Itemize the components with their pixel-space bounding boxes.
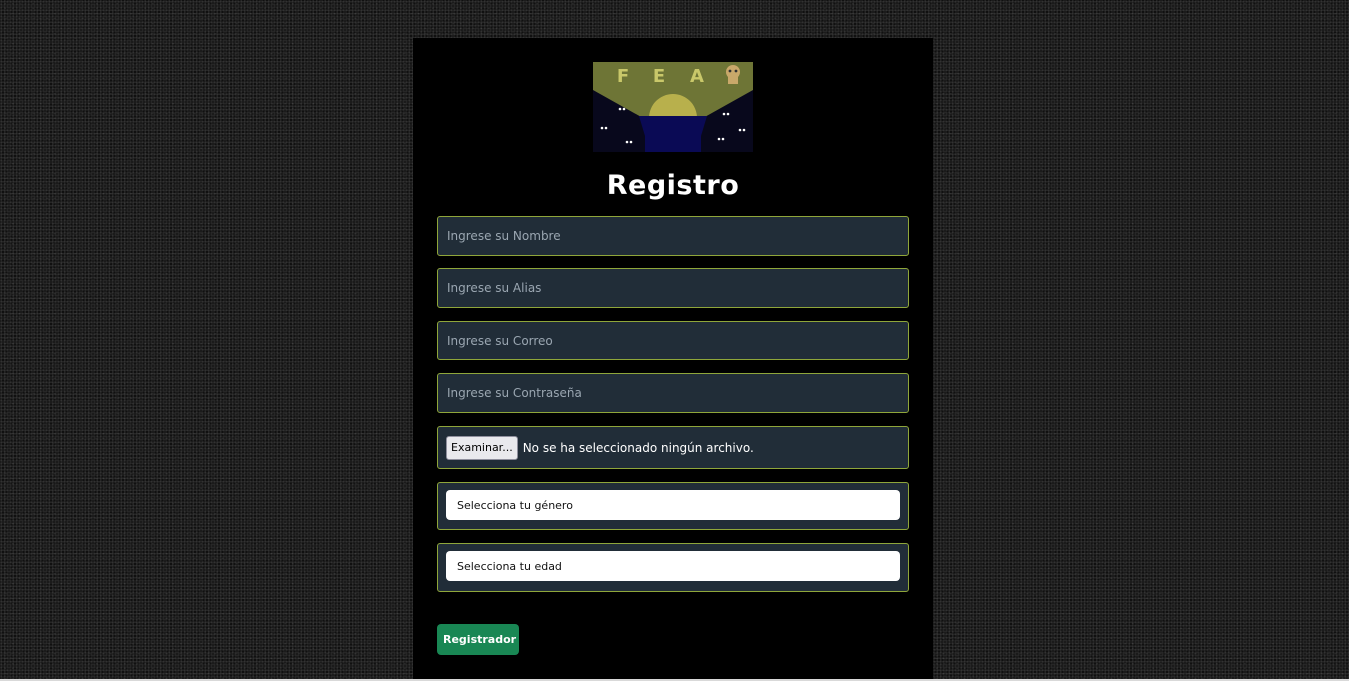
email-input[interactable] <box>438 322 908 359</box>
ghost-creature-icon <box>726 65 740 84</box>
password-input[interactable] <box>438 374 908 412</box>
age-field-wrapper: Selecciona tu edad <box>437 543 909 592</box>
file-upload-field: Examinar... No se ha seleccionado ningún… <box>437 426 909 469</box>
password-field-wrapper <box>437 373 909 413</box>
logo-letter-f: F <box>617 66 629 87</box>
page-title: Registro <box>606 170 740 201</box>
register-button[interactable]: Registrador <box>437 624 519 655</box>
file-status-text: No se ha seleccionado ningún archivo. <box>522 440 754 455</box>
logo-letter-e: E <box>653 66 665 87</box>
name-input[interactable] <box>438 217 908 255</box>
fear-logo: F E A <box>593 62 753 152</box>
gender-field-wrapper: Selecciona tu género <box>437 482 909 530</box>
alias-input[interactable] <box>438 269 908 307</box>
age-select[interactable]: Selecciona tu edad <box>446 551 900 581</box>
alias-field-wrapper <box>437 268 909 308</box>
file-upload-row: Examinar... No se ha seleccionado ningún… <box>438 427 908 468</box>
name-field-wrapper <box>437 216 909 256</box>
gender-select[interactable]: Selecciona tu género <box>446 490 900 520</box>
logo-letter-a: A <box>690 66 704 87</box>
browse-file-button[interactable]: Examinar... <box>446 435 518 460</box>
registration-panel: F E A Registro Examinar... <box>413 38 933 681</box>
email-field-wrapper <box>437 321 909 360</box>
